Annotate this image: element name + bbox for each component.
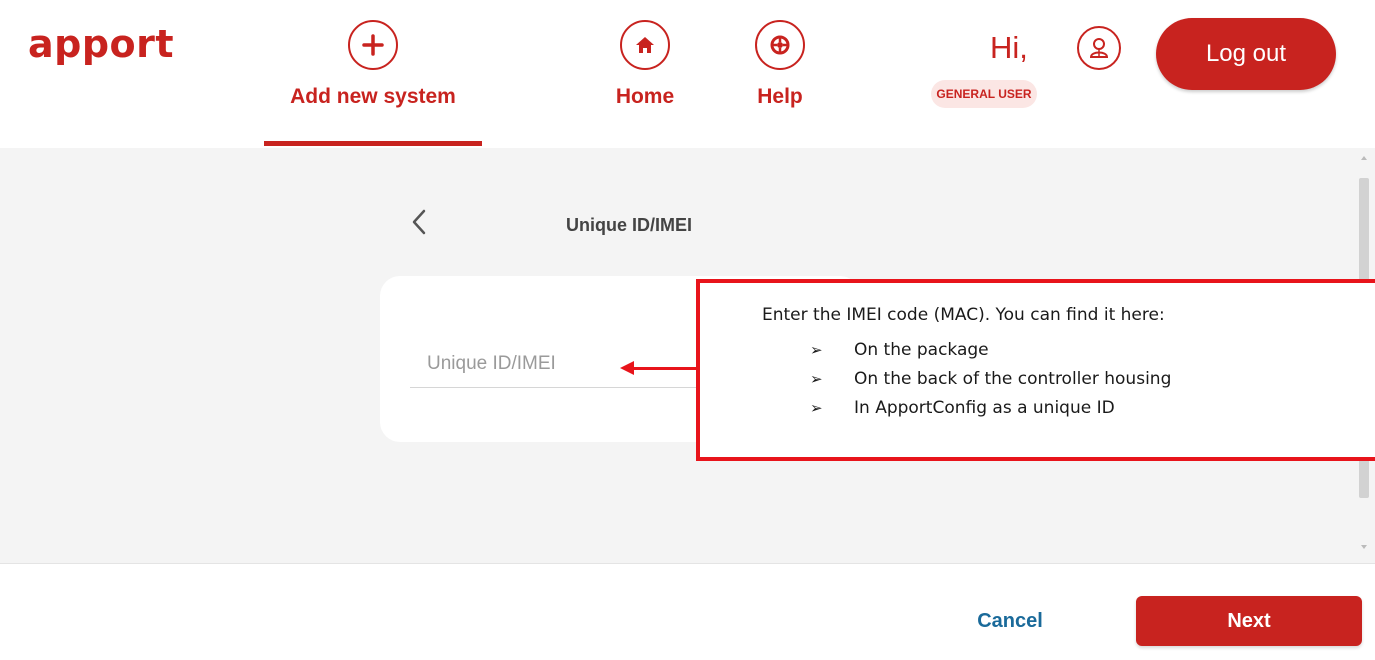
arrow-bullet-icon: ➢ <box>810 369 823 388</box>
callout-list-item: ➢ On the package <box>810 339 989 360</box>
nav-home[interactable]: Home <box>600 0 690 148</box>
logout-button[interactable]: Log out <box>1156 18 1336 90</box>
apport-logo[interactable]: apport <box>28 22 174 66</box>
nav-help[interactable]: Help <box>740 0 820 148</box>
callout-text: Enter the IMEI code (MAC). You can find … <box>762 305 1165 325</box>
annotation-callout: Enter the IMEI code (MAC). You can find … <box>696 279 1375 461</box>
callout-arrow-line <box>632 367 698 370</box>
scroll-down-icon[interactable] <box>1361 545 1367 549</box>
user-avatar-icon[interactable] <box>1077 26 1121 70</box>
next-button[interactable]: Next <box>1136 596 1362 646</box>
active-tab-indicator <box>264 141 482 146</box>
nav-add-new-system[interactable]: Add new system <box>264 0 482 148</box>
plus-icon <box>348 20 398 70</box>
cancel-button[interactable]: Cancel <box>960 597 1060 645</box>
scroll-up-icon[interactable] <box>1361 156 1367 160</box>
arrow-bullet-icon: ➢ <box>810 340 823 359</box>
callout-list-item: ➢ On the back of the controller housing <box>810 368 1172 389</box>
nav-help-label: Help <box>757 85 803 108</box>
chevron-left-icon <box>412 209 426 235</box>
arrow-bullet-icon: ➢ <box>810 398 823 417</box>
callout-list-item: ➢ In ApportConfig as a unique ID <box>810 397 1115 418</box>
user-role-badge: GENERAL USER <box>931 80 1037 108</box>
user-greeting: Hi, <box>990 30 1028 65</box>
top-header: apport Add new system Home Help Hi, GENE… <box>0 0 1375 148</box>
unique-id-input[interactable] <box>410 340 710 388</box>
help-icon <box>755 20 805 70</box>
callout-list: ➢ On the package ➢ On the back of the cont… <box>810 335 1171 422</box>
home-icon <box>620 20 670 70</box>
back-button[interactable] <box>404 205 434 239</box>
nav-home-label: Home <box>615 85 675 108</box>
page-title: Unique ID/IMEI <box>566 215 692 235</box>
nav-add-new-system-label: Add new system <box>290 85 456 108</box>
callout-arrow-icon <box>620 361 634 375</box>
